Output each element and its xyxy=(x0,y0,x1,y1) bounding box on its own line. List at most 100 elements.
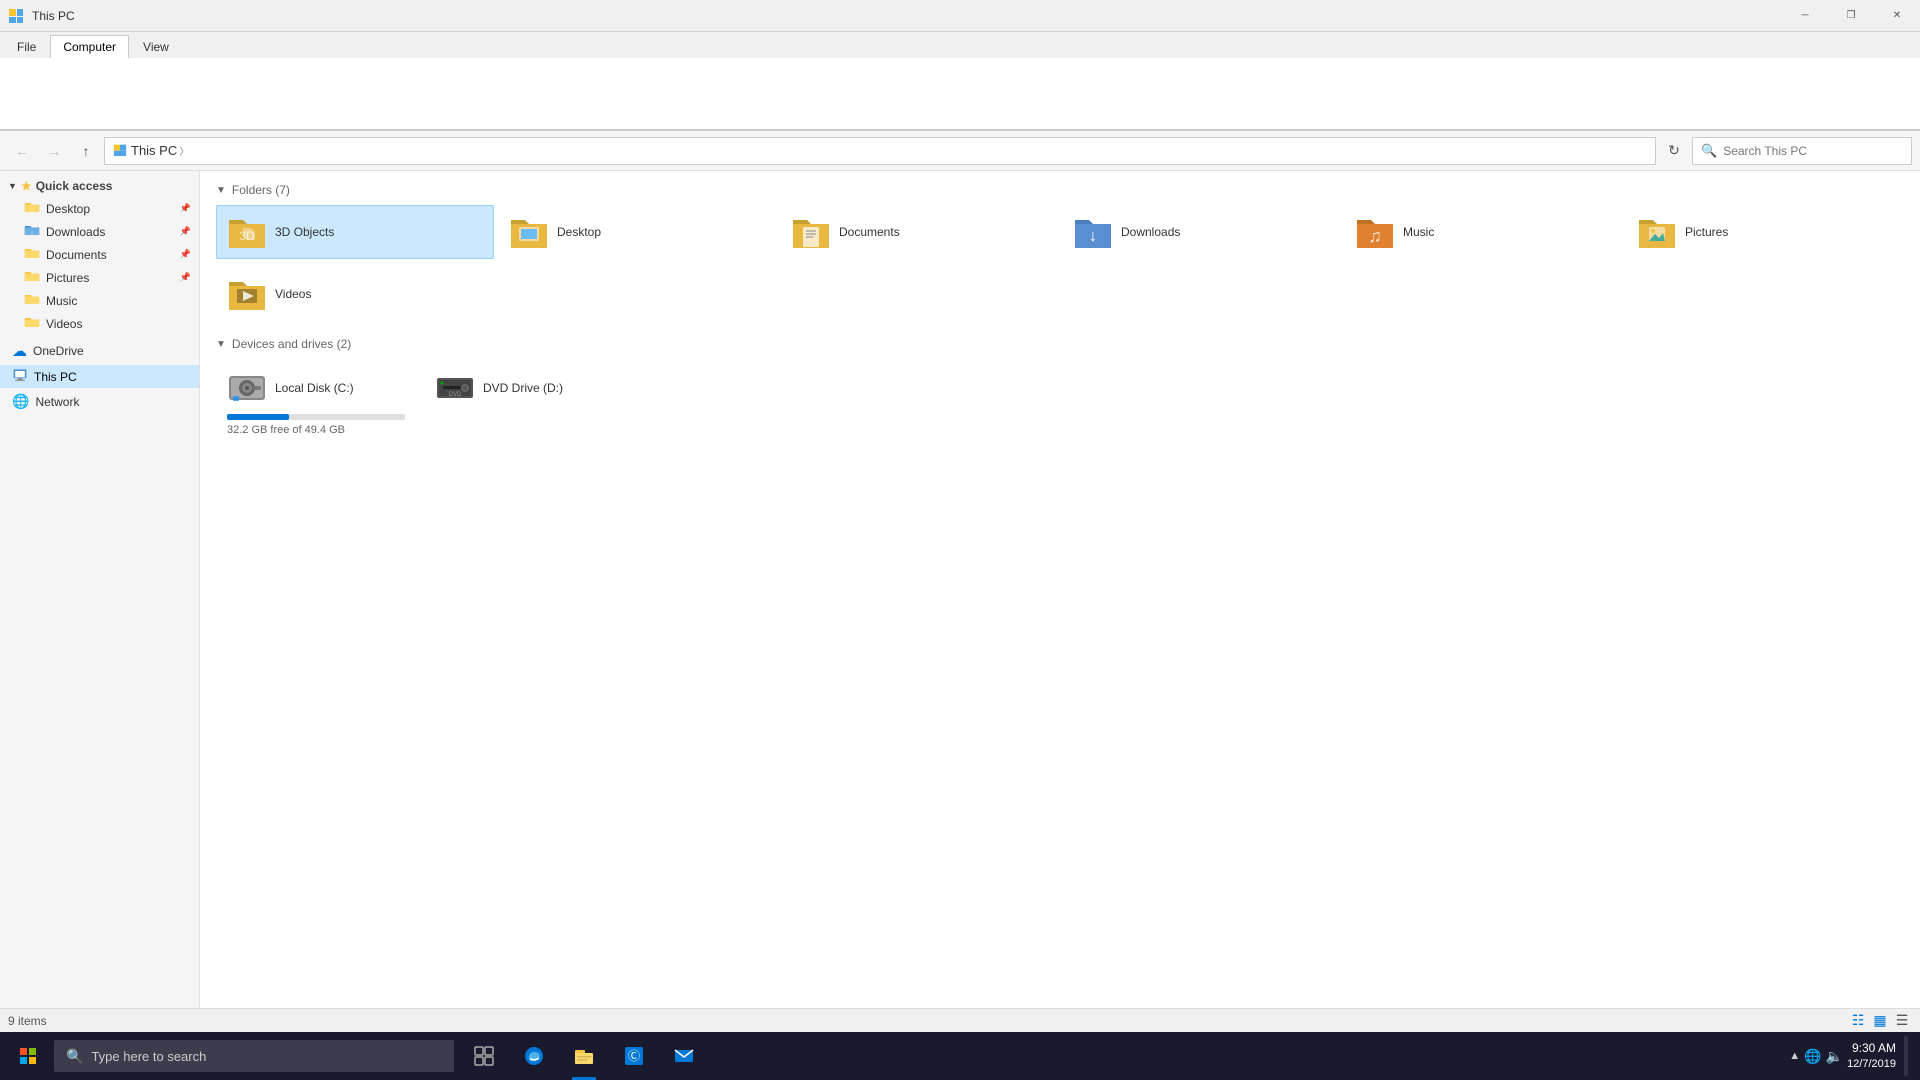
folder-pictures-label: Pictures xyxy=(1685,225,1728,239)
sidebar-item-documents[interactable]: Documents 📌 xyxy=(0,243,199,266)
folder-documents[interactable]: Documents xyxy=(780,205,1058,259)
tab-view[interactable]: View xyxy=(130,35,182,58)
folders-grid: 3D 3D Objects Desktop xyxy=(216,205,1904,259)
sidebar-label-downloads: Downloads xyxy=(46,225,105,239)
back-button[interactable]: ← xyxy=(8,137,36,165)
device-dvd-d[interactable]: DVD DVD Drive (D:) xyxy=(424,359,624,445)
path-separator: 〉 xyxy=(179,143,189,158)
taskbar-tray: ▲ 🌐 🔈 9:30 AM 12/7/2019 xyxy=(1781,1036,1916,1076)
pin-icon-downloads: 📌 xyxy=(180,226,191,237)
tab-file[interactable]: File xyxy=(4,35,49,58)
sidebar-label-documents: Documents xyxy=(46,248,107,262)
sidebar-item-desktop[interactable]: Desktop 📌 xyxy=(0,197,199,220)
devices-section-label: Devices and drives (2) xyxy=(232,337,351,351)
taskbar-search-box[interactable]: 🔍 Type here to search xyxy=(54,1040,454,1072)
sidebar-label-desktop: Desktop xyxy=(46,202,90,216)
breadcrumb-thispc[interactable]: This PC xyxy=(131,143,177,158)
large-icons-view-button[interactable]: ▦ xyxy=(1870,1011,1890,1031)
taskbar-fileexplorer[interactable] xyxy=(560,1032,608,1080)
sidebar-label-pictures: Pictures xyxy=(46,271,89,285)
taskbar-date: 12/7/2019 xyxy=(1847,1057,1896,1072)
sidebar-label-onedrive: OneDrive xyxy=(33,344,84,358)
address-path[interactable]: This PC 〉 xyxy=(104,137,1656,165)
pictures-folder-icon xyxy=(24,269,40,286)
pin-icon-documents: 📌 xyxy=(180,249,191,260)
start-button[interactable] xyxy=(4,1032,52,1080)
search-box[interactable]: 🔍 xyxy=(1692,137,1912,165)
folder-documents-icon xyxy=(791,214,831,250)
folder-downloads-icon: ↓ xyxy=(1073,214,1113,250)
status-bar: 9 items ☷ ▦ ☰ xyxy=(0,1008,1920,1032)
taskbar-edge[interactable] xyxy=(510,1032,558,1080)
folder-videos[interactable]: Videos xyxy=(216,267,494,321)
taskbar-store[interactable]: Ⓒ xyxy=(610,1032,658,1080)
main-layout: ▼ ★ Quick access Desktop 📌 ↓ Downloads 📌… xyxy=(0,171,1920,1008)
svg-text:↓: ↓ xyxy=(30,229,33,236)
folder-downloads-label: Downloads xyxy=(1121,225,1180,239)
star-icon: ★ xyxy=(21,179,32,193)
folder-documents-label: Documents xyxy=(839,225,900,239)
volume-tray-icon[interactable]: 🔈 xyxy=(1826,1048,1843,1065)
tab-computer[interactable]: Computer xyxy=(50,35,129,58)
device-d-name: DVD Drive (D:) xyxy=(483,381,563,395)
up-button[interactable]: ↑ xyxy=(72,137,100,165)
quick-access-header[interactable]: ▼ ★ Quick access xyxy=(0,175,199,197)
items-count: 9 items xyxy=(8,1014,47,1028)
folders-section-header[interactable]: ▼ Folders (7) xyxy=(216,183,1904,197)
address-bar: ← → ↑ This PC 〉 ↻ 🔍 xyxy=(0,131,1920,171)
taskbar-apps: Ⓒ xyxy=(460,1032,708,1080)
search-input[interactable] xyxy=(1723,144,1903,158)
sidebar-item-onedrive[interactable]: ☁ OneDrive xyxy=(0,339,199,363)
restore-button[interactable]: ❐ xyxy=(1828,0,1874,32)
sidebar-label-network: Network xyxy=(35,395,79,409)
list-view-button[interactable]: ☰ xyxy=(1892,1011,1912,1031)
content-area: ▼ Folders (7) 3D 3D Objects xyxy=(200,171,1920,1008)
folder-3dobjects-label: 3D Objects xyxy=(275,225,334,239)
show-desktop-button[interactable] xyxy=(1904,1036,1908,1076)
taskbar-mail[interactable] xyxy=(660,1032,708,1080)
devices-section-header[interactable]: ▼ Devices and drives (2) xyxy=(216,337,1904,351)
sidebar-item-thispc[interactable]: This PC xyxy=(0,365,199,388)
network-tray-icon[interactable]: 🌐 xyxy=(1804,1048,1821,1065)
svg-text:♫: ♫ xyxy=(1368,226,1382,246)
taskbar: 🔍 Type here to search xyxy=(0,1032,1920,1080)
title-bar: This PC ─ ❐ ✕ xyxy=(0,0,1920,32)
pin-icon-pictures: 📌 xyxy=(180,272,191,283)
dvd-drive-icon: DVD xyxy=(435,368,475,408)
sidebar-item-music[interactable]: Music xyxy=(0,289,199,312)
device-local-c[interactable]: Local Disk (C:) 32.2 GB free of 49.4 GB xyxy=(216,359,416,445)
window-icon xyxy=(8,8,24,24)
title-bar-left: This PC xyxy=(8,8,75,24)
details-view-button[interactable]: ☷ xyxy=(1848,1011,1868,1031)
window-controls: ─ ❐ ✕ xyxy=(1782,0,1920,32)
folder-3dobjects-icon: 3D xyxy=(227,214,267,250)
sidebar-item-videos[interactable]: Videos xyxy=(0,312,199,335)
folder-music[interactable]: ♫ Music xyxy=(1344,205,1622,259)
folder-3dobjects[interactable]: 3D 3D Objects xyxy=(216,205,494,259)
ribbon-tabs: File Computer View xyxy=(0,32,1920,58)
folders-chevron-icon: ▼ xyxy=(216,185,226,196)
taskbar-taskview[interactable] xyxy=(460,1032,508,1080)
device-c-name: Local Disk (C:) xyxy=(275,381,354,395)
folder-desktop-icon xyxy=(509,214,549,250)
devices-grid: Local Disk (C:) 32.2 GB free of 49.4 GB xyxy=(216,359,1904,445)
device-top-d: DVD DVD Drive (D:) xyxy=(435,368,613,408)
minimize-button[interactable]: ─ xyxy=(1782,0,1828,32)
sidebar-label-thispc: This PC xyxy=(34,370,77,384)
close-button[interactable]: ✕ xyxy=(1874,0,1920,32)
sidebar-item-pictures[interactable]: Pictures 📌 xyxy=(0,266,199,289)
sidebar-item-network[interactable]: 🌐 Network xyxy=(0,390,199,413)
taskbar-clock[interactable]: 9:30 AM 12/7/2019 xyxy=(1847,1040,1896,1072)
folder-music-icon: ♫ xyxy=(1355,214,1395,250)
refresh-button[interactable]: ↻ xyxy=(1660,137,1688,165)
folder-downloads[interactable]: ↓ Downloads xyxy=(1062,205,1340,259)
folder-pictures[interactable]: Pictures xyxy=(1626,205,1904,259)
svg-text:DVD: DVD xyxy=(449,392,462,398)
forward-button[interactable]: → xyxy=(40,137,68,165)
devices-chevron-icon: ▼ xyxy=(216,339,226,350)
folder-desktop-label: Desktop xyxy=(557,225,601,239)
folder-desktop[interactable]: Desktop xyxy=(498,205,776,259)
path-icon xyxy=(113,142,127,159)
tray-icons: ▲ xyxy=(1789,1050,1800,1062)
sidebar-item-downloads[interactable]: ↓ Downloads 📌 xyxy=(0,220,199,243)
